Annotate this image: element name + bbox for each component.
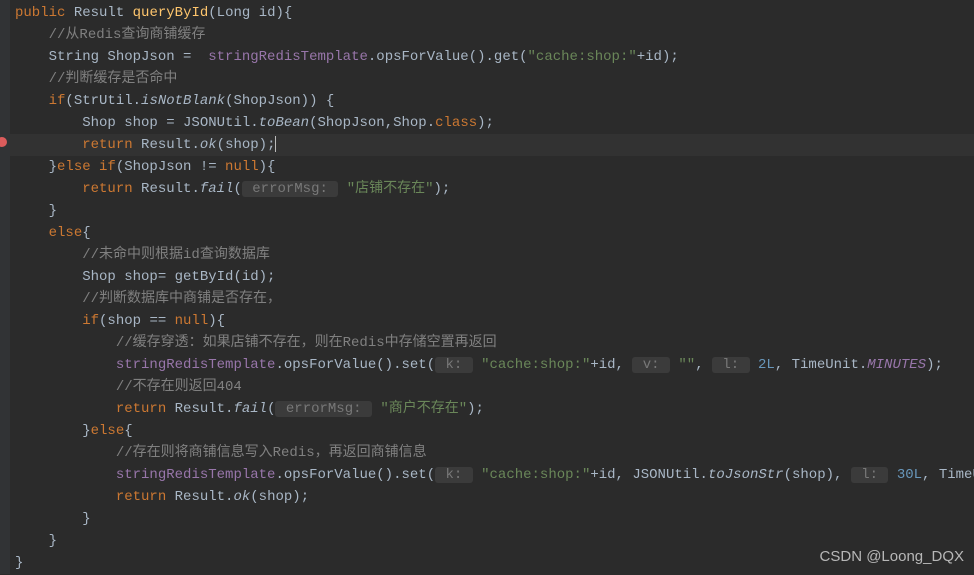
field-ref: stringRedisTemplate (208, 49, 368, 65)
param-hint: errorMsg: (275, 401, 371, 417)
comment: //从Redis查询商铺缓存 (49, 27, 206, 43)
param-hint: errorMsg: (242, 181, 338, 197)
param-hint: k: (435, 467, 473, 483)
caret-icon (275, 136, 276, 152)
param-hint: v: (632, 357, 670, 373)
code-area[interactable]: public Result queryById(Long id){ //从Red… (0, 0, 974, 574)
method-name: queryById (133, 5, 209, 21)
kw-public: public (15, 5, 65, 21)
param-hint: l: (712, 357, 750, 373)
watermark: CSDN @Loong_DQX (820, 546, 964, 568)
comment: //存在则将商铺信息写入Redis，再返回商铺信息 (116, 445, 427, 461)
param-hint: k: (435, 357, 473, 373)
comment: //不存在则返回404 (116, 379, 242, 395)
comment: //判断缓存是否命中 (49, 71, 178, 87)
string-literal: "cache:shop:" (528, 49, 637, 65)
comment: //判断数据库中商铺是否存在， (82, 291, 281, 307)
code-editor[interactable]: public Result queryById(Long id){ //从Red… (0, 0, 974, 574)
comment: //缓存穿透：如果店铺不存在，则在Redis中存储空置再返回 (116, 335, 497, 351)
gutter (0, 0, 10, 574)
comment: //未命中则根据id查询数据库 (82, 247, 270, 263)
param-hint: l: (851, 467, 889, 483)
